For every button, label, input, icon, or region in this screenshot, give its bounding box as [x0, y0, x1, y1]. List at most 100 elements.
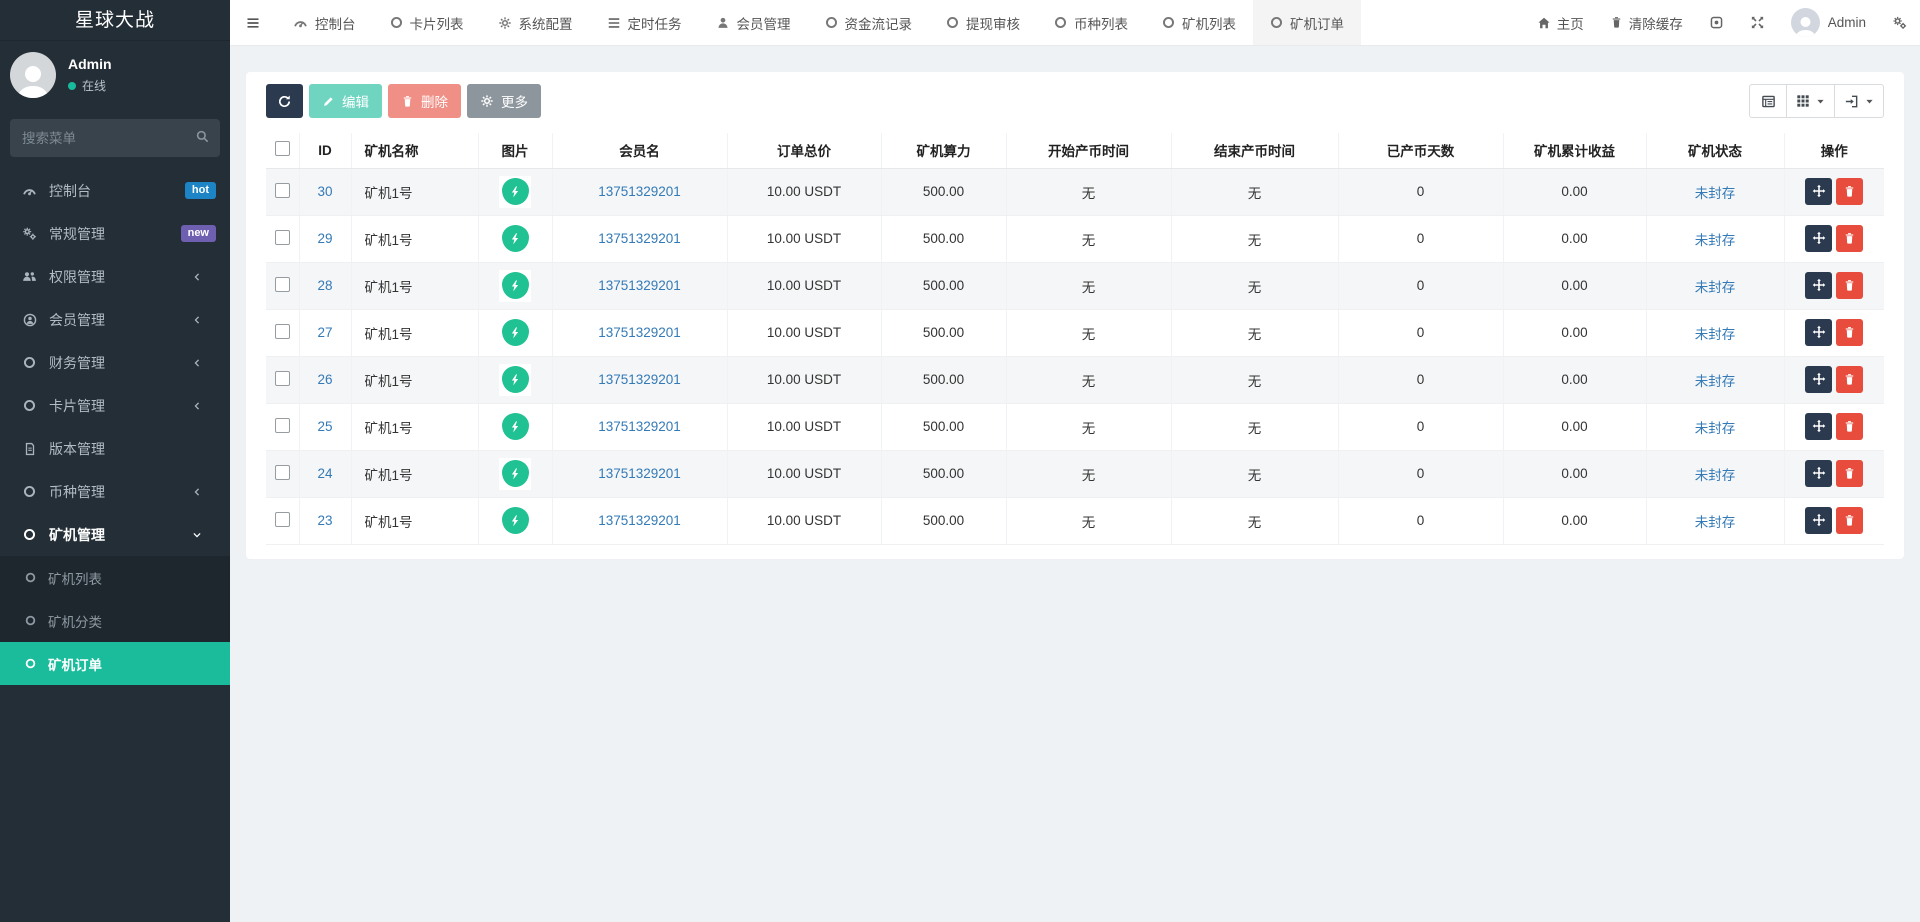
- drag-move-button[interactable]: [1805, 225, 1832, 252]
- edit-button[interactable]: 编辑: [309, 84, 382, 118]
- miner-image[interactable]: [499, 176, 531, 208]
- drag-move-button[interactable]: [1805, 272, 1832, 299]
- row-delete-button[interactable]: [1836, 507, 1863, 534]
- row-checkbox[interactable]: [275, 418, 290, 433]
- row-delete-button[interactable]: [1836, 413, 1863, 440]
- sidebar-item-5[interactable]: 财务管理: [0, 341, 230, 384]
- more-button[interactable]: 更多: [467, 84, 541, 118]
- member-link[interactable]: 13751329201: [598, 372, 681, 387]
- row-delete-button[interactable]: [1836, 319, 1863, 346]
- settings-button[interactable]: [1879, 0, 1920, 45]
- status-link[interactable]: 未封存: [1695, 233, 1736, 248]
- row-delete-button[interactable]: [1836, 460, 1863, 487]
- order-id-link[interactable]: 25: [317, 419, 332, 434]
- status-link[interactable]: 未封存: [1695, 327, 1736, 342]
- refresh-button[interactable]: [266, 84, 303, 118]
- order-id-link[interactable]: 29: [317, 231, 332, 246]
- nav-tab-3[interactable]: 系统配置: [481, 0, 590, 45]
- member-link[interactable]: 13751329201: [598, 419, 681, 434]
- sidebar-item-9[interactable]: 矿机管理: [0, 513, 230, 556]
- sidebar-item-1[interactable]: 控制台hot: [0, 169, 230, 212]
- drag-move-button[interactable]: [1805, 366, 1832, 393]
- order-id-link[interactable]: 23: [317, 513, 332, 528]
- drag-move-button[interactable]: [1805, 319, 1832, 346]
- member-link[interactable]: 13751329201: [598, 231, 681, 246]
- nav-tab-5[interactable]: 会员管理: [699, 0, 808, 45]
- lock-screen-button[interactable]: [1696, 0, 1737, 45]
- miner-image[interactable]: [499, 223, 531, 255]
- miner-image[interactable]: [499, 505, 531, 537]
- sidebar-item-8[interactable]: 币种管理: [0, 470, 230, 513]
- circle-icon: [1054, 16, 1067, 29]
- order-id-link[interactable]: 26: [317, 372, 332, 387]
- member-link[interactable]: 13751329201: [598, 325, 681, 340]
- drag-move-button[interactable]: [1805, 507, 1832, 534]
- row-delete-button[interactable]: [1836, 366, 1863, 393]
- nav-tab-9[interactable]: 矿机列表: [1145, 0, 1253, 45]
- miner-image[interactable]: [499, 458, 531, 490]
- drag-move-button[interactable]: [1805, 178, 1832, 205]
- status-link[interactable]: 未封存: [1695, 421, 1736, 436]
- submenu-item-2[interactable]: 矿机分类: [0, 599, 230, 642]
- status-link[interactable]: 未封存: [1695, 515, 1736, 530]
- order-id-link[interactable]: 28: [317, 278, 332, 293]
- status-link[interactable]: 未封存: [1695, 468, 1736, 483]
- export-button[interactable]: [1835, 84, 1884, 118]
- cell-total: 10.00 USDT: [727, 168, 881, 215]
- miner-image[interactable]: [499, 317, 531, 349]
- cell-end: 无: [1171, 168, 1338, 215]
- nav-tab-2[interactable]: 卡片列表: [373, 0, 481, 45]
- member-link[interactable]: 13751329201: [598, 184, 681, 199]
- sidebar-toggle-button[interactable]: [230, 0, 276, 45]
- submenu-item-3[interactable]: 矿机订单: [0, 642, 230, 685]
- menu-search-input[interactable]: [10, 119, 220, 157]
- order-id-link[interactable]: 24: [317, 466, 332, 481]
- drag-move-button[interactable]: [1805, 460, 1832, 487]
- nav-tab-6[interactable]: 资金流记录: [808, 0, 930, 45]
- row-checkbox[interactable]: [275, 277, 290, 292]
- order-id-link[interactable]: 27: [317, 325, 332, 340]
- clear-cache-button[interactable]: 清除缓存: [1597, 0, 1696, 45]
- row-delete-button[interactable]: [1836, 225, 1863, 252]
- column-header-end: 结束产币时间: [1171, 133, 1338, 168]
- fullscreen-button[interactable]: [1737, 0, 1778, 45]
- row-checkbox[interactable]: [275, 183, 290, 198]
- nav-tab-1[interactable]: 控制台: [276, 0, 373, 45]
- member-link[interactable]: 13751329201: [598, 513, 681, 528]
- select-all-checkbox[interactable]: [275, 141, 290, 156]
- sidebar-item-7[interactable]: 版本管理: [0, 427, 230, 470]
- sidebar-item-4[interactable]: 会员管理: [0, 298, 230, 341]
- row-checkbox[interactable]: [275, 324, 290, 339]
- row-delete-button[interactable]: [1836, 272, 1863, 299]
- row-checkbox[interactable]: [275, 371, 290, 386]
- nav-tab-4[interactable]: 定时任务: [590, 0, 699, 45]
- gear-icon: [480, 94, 494, 108]
- miner-image[interactable]: [499, 364, 531, 396]
- sidebar-item-6[interactable]: 卡片管理: [0, 384, 230, 427]
- topbar-user-menu[interactable]: Admin: [1778, 0, 1879, 45]
- sidebar-item-3[interactable]: 权限管理: [0, 255, 230, 298]
- delete-button[interactable]: 删除: [388, 84, 461, 118]
- status-link[interactable]: 未封存: [1695, 280, 1736, 295]
- order-id-link[interactable]: 30: [317, 184, 332, 199]
- nav-tab-7[interactable]: 提现审核: [929, 0, 1037, 45]
- status-link[interactable]: 未封存: [1695, 374, 1736, 389]
- view-list-button[interactable]: [1749, 84, 1787, 118]
- cell-name: 矿机1号: [351, 262, 478, 309]
- columns-toggle-button[interactable]: [1787, 84, 1835, 118]
- drag-move-button[interactable]: [1805, 413, 1832, 440]
- nav-tab-8[interactable]: 币种列表: [1037, 0, 1145, 45]
- miner-image[interactable]: [499, 411, 531, 443]
- member-link[interactable]: 13751329201: [598, 278, 681, 293]
- row-checkbox[interactable]: [275, 465, 290, 480]
- miner-image[interactable]: [499, 270, 531, 302]
- row-checkbox[interactable]: [275, 512, 290, 527]
- status-link[interactable]: 未封存: [1695, 186, 1736, 201]
- row-delete-button[interactable]: [1836, 178, 1863, 205]
- nav-tab-10[interactable]: 矿机订单: [1253, 0, 1361, 45]
- sidebar-item-2[interactable]: 常规管理new: [0, 212, 230, 255]
- submenu-item-1[interactable]: 矿机列表: [0, 556, 230, 599]
- member-link[interactable]: 13751329201: [598, 466, 681, 481]
- row-checkbox[interactable]: [275, 230, 290, 245]
- home-button[interactable]: 主页: [1524, 0, 1597, 45]
